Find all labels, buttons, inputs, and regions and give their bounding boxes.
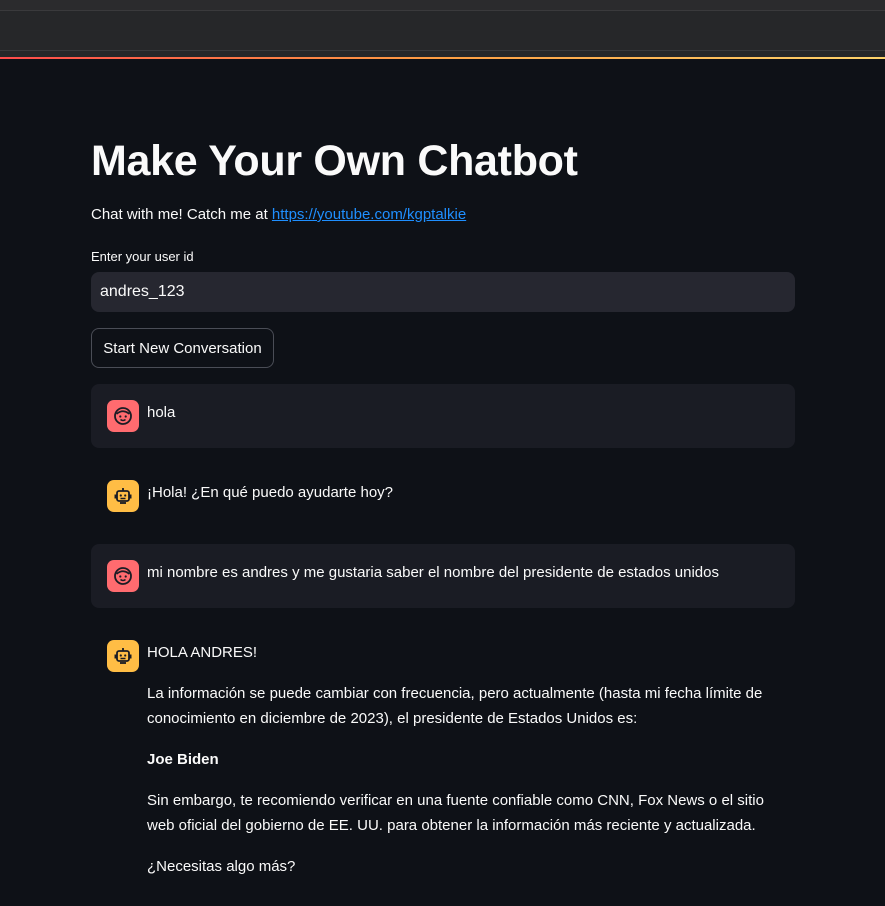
message-text: hola (147, 404, 176, 421)
chat-message-assistant: HOLA ANDRES! La información se puede cam… (91, 624, 795, 895)
subtitle-text: Chat with me! Catch me at (91, 206, 272, 223)
header-accent-bar (0, 57, 885, 59)
chat-message-assistant: ¡Hola! ¿En qué puedo ayudarte hoy? (91, 464, 795, 528)
message-paragraph: HOLA ANDRES! (147, 644, 258, 661)
message-text: HOLA ANDRES! La información se puede cam… (147, 640, 779, 879)
app-toolbar (0, 10, 885, 57)
president-name: Joe Biden (147, 751, 219, 768)
start-new-conversation-button[interactable]: Start New Conversation (91, 328, 274, 368)
robot-icon (107, 640, 139, 672)
user-face-icon (107, 400, 139, 432)
message-paragraph-bold: Joe Biden (147, 747, 779, 772)
robot-icon (107, 480, 139, 512)
message-text: mi nombre es andres y me gustaria saber … (147, 564, 719, 581)
message-paragraph: Sin embargo, te recomiendo verificar en … (147, 792, 764, 834)
page-title: Make Your Own Chatbot (91, 137, 578, 185)
youtube-link[interactable]: https://youtube.com/kgptalkie (272, 206, 466, 223)
chat-message-user: mi nombre es andres y me gustaria saber … (91, 544, 795, 608)
message-paragraph: ¿Necesitas algo más? (147, 858, 296, 875)
toolbar-divider (0, 50, 885, 51)
user-id-input[interactable] (91, 272, 795, 312)
message-text: ¡Hola! ¿En qué puedo ayudarte hoy? (147, 484, 393, 501)
chat-message-user: hola (91, 384, 795, 448)
user-face-icon (107, 560, 139, 592)
message-paragraph: La información se puede cambiar con frec… (147, 685, 763, 727)
user-id-label: Enter your user id (91, 249, 194, 264)
browser-top-strip (0, 0, 885, 10)
page-subtitle: Chat with me! Catch me at https://youtub… (91, 205, 466, 225)
